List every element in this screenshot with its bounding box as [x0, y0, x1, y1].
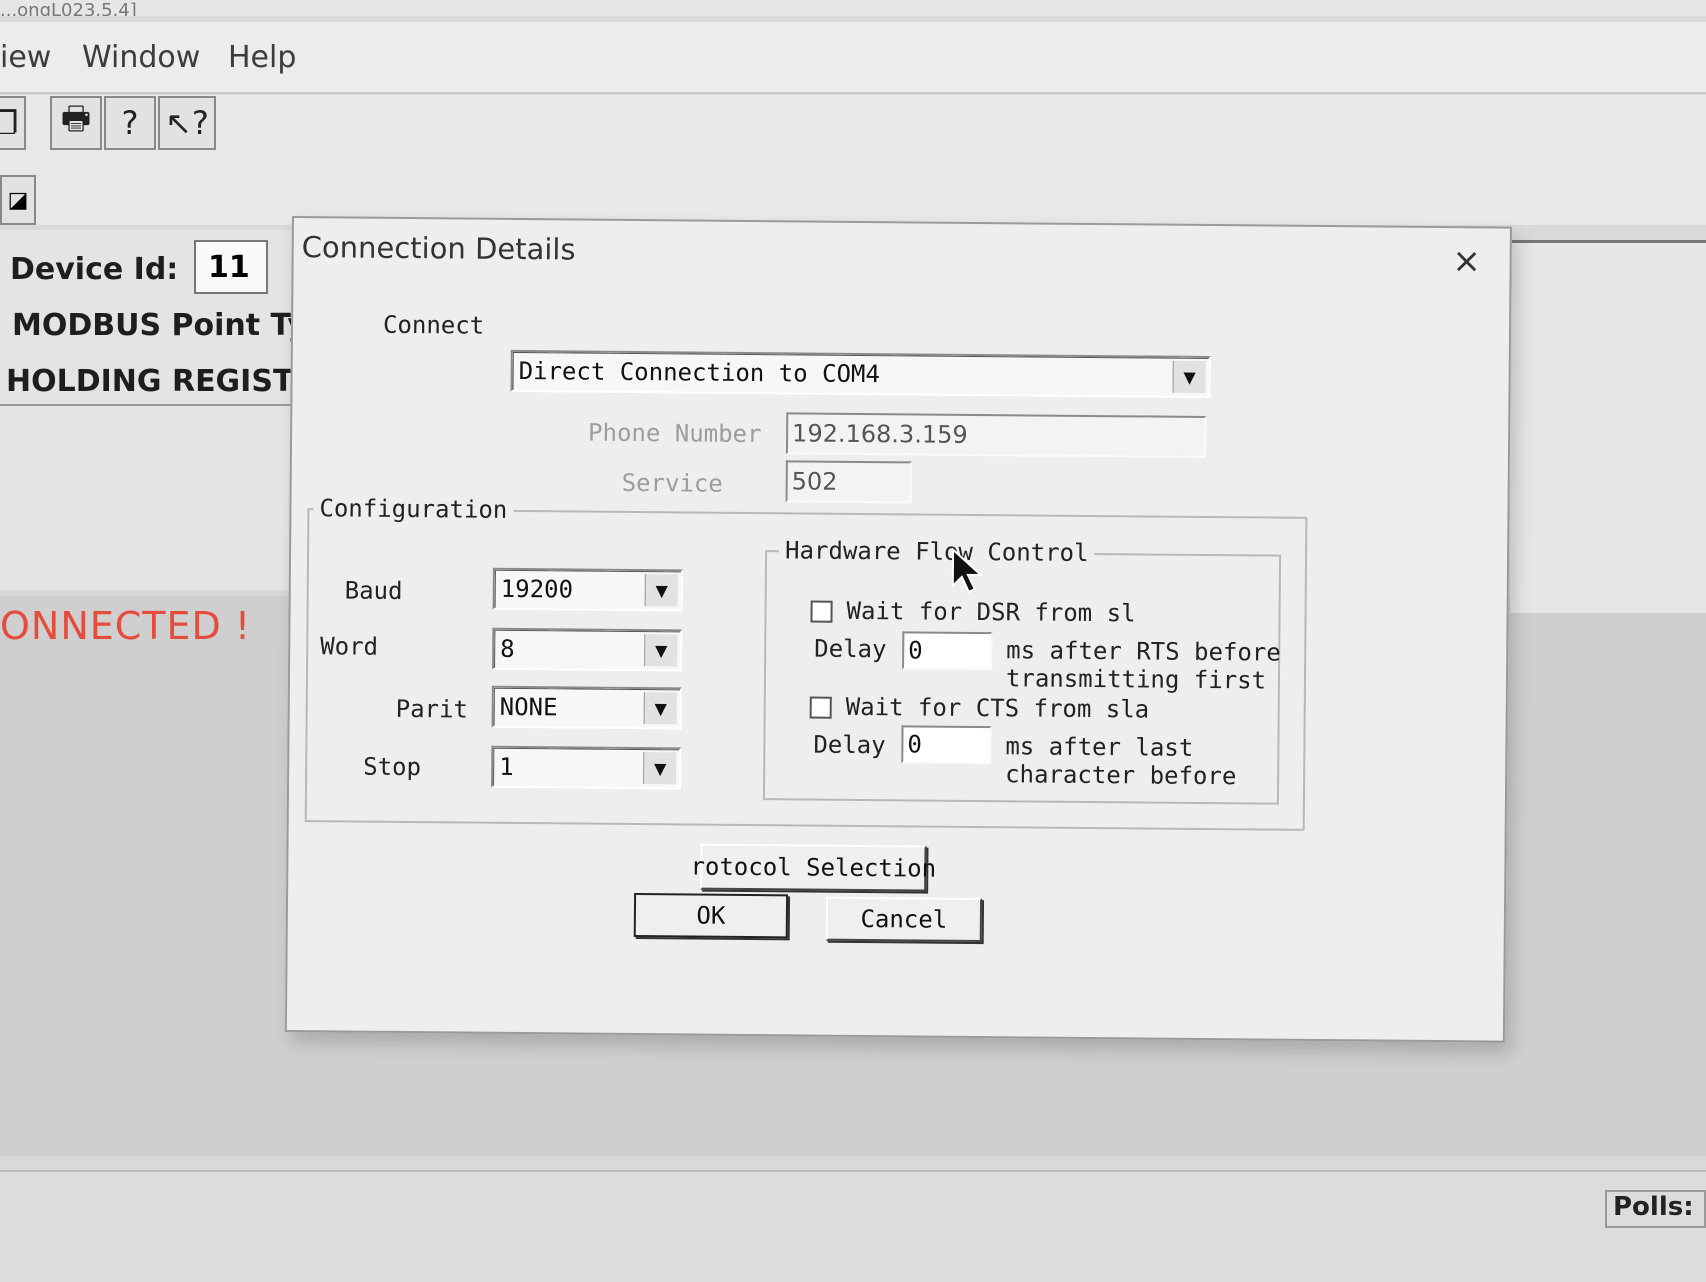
dsr-checkbox[interactable] [810, 600, 833, 623]
connect-value: Direct Connection to COM4 [518, 356, 880, 389]
connection-details-dialog: Connection Details × Connect Direct Conn… [284, 216, 1512, 1043]
stop-value: 1 [499, 752, 514, 781]
context-help-icon[interactable]: ↖? [158, 96, 216, 150]
delay-last-desc-1: ms after last [1005, 732, 1194, 762]
cts-checkbox[interactable] [809, 696, 832, 719]
new-icon[interactable]: ❐ [0, 96, 26, 150]
baud-value: 19200 [500, 574, 574, 604]
close-icon[interactable]: × [1445, 240, 1487, 282]
service-label: Service [621, 468, 723, 498]
baud-label: Baud [344, 576, 403, 605]
status-bar [0, 1170, 1706, 1282]
delay-last-desc-2: character before [1005, 760, 1237, 791]
parity-select[interactable]: NONE ▼ [491, 685, 682, 730]
chevron-down-icon[interactable]: ▼ [643, 692, 677, 725]
hardware-flow-control-title: Hardware Flow Control [778, 536, 1095, 568]
chevron-down-icon[interactable]: ▼ [643, 752, 677, 785]
window-icon[interactable]: ◪ [0, 175, 36, 225]
connect-label: Connect [382, 310, 485, 340]
menu-view[interactable]: iew [0, 40, 51, 75]
toolbar [0, 95, 1706, 225]
delay-last-label: Delay [813, 730, 886, 760]
delay-rts-label: Delay [814, 634, 887, 664]
parity-value: NONE [499, 692, 558, 722]
connection-status: ONNECTED ! * [0, 604, 310, 648]
ok-button[interactable]: OK [633, 893, 789, 939]
chevron-down-icon[interactable]: ▼ [644, 634, 678, 667]
help-icon[interactable]: ? [104, 96, 156, 150]
phone-number-field[interactable]: 192.168.3.159 [785, 412, 1207, 458]
delay-rts-value: 0 [908, 636, 923, 665]
baud-select[interactable]: 19200 ▼ [492, 567, 683, 612]
phone-number-value: 192.168.3.159 [791, 419, 968, 449]
mouse-cursor-icon [951, 547, 984, 594]
device-id-field[interactable]: 11 [194, 240, 268, 294]
parity-label: Parit [395, 694, 469, 724]
word-label: Word [320, 632, 379, 661]
menu-bar: iew Window Help [0, 22, 1706, 94]
point-type-label: MODBUS Point Ty [12, 308, 292, 343]
print-icon[interactable]: 🖶 [50, 96, 102, 150]
menu-window[interactable]: Window [82, 40, 200, 75]
right-panel [1510, 240, 1706, 613]
divider [0, 404, 300, 406]
polls-counter: Polls: 3 [1605, 1190, 1706, 1228]
delay-last-field[interactable]: 0 [901, 725, 992, 765]
stop-select[interactable]: 1 ▼ [491, 745, 682, 790]
cancel-button[interactable]: Cancel [825, 896, 983, 943]
device-id-label: Device Id: [10, 252, 179, 287]
phone-number-label: Phone Number [587, 418, 762, 449]
dialog-title: Connection Details [301, 230, 576, 267]
point-type-value: HOLDING REGISTE [6, 364, 292, 399]
delay-rts-desc-1: ms after RTS before [1006, 636, 1281, 667]
connect-select[interactable]: Direct Connection to COM4 ▼ [510, 349, 1211, 399]
chevron-down-icon[interactable]: ▼ [1172, 360, 1206, 393]
chevron-down-icon[interactable]: ▼ [644, 574, 678, 607]
word-value: 8 [500, 634, 515, 663]
app-title: ...ongL023.5.4] [0, 0, 137, 16]
app-title-bar: ...ongL023.5.4] [0, 0, 1706, 16]
service-field[interactable]: 502 [785, 460, 912, 504]
dsr-label: Wait for DSR from sl [846, 596, 1136, 628]
menu-help[interactable]: Help [228, 40, 296, 75]
configuration-title: Configuration [313, 494, 514, 524]
stop-label: Stop [363, 752, 422, 782]
protocol-selection-button[interactable]: rotocol Selection [690, 843, 936, 892]
delay-rts-field[interactable]: 0 [902, 631, 993, 671]
delay-last-value: 0 [907, 730, 922, 759]
cts-label: Wait for CTS from sla [845, 692, 1150, 724]
word-select[interactable]: 8 ▼ [492, 627, 683, 672]
service-value: 502 [791, 467, 838, 496]
delay-rts-desc-2: transmitting first [1005, 664, 1267, 695]
